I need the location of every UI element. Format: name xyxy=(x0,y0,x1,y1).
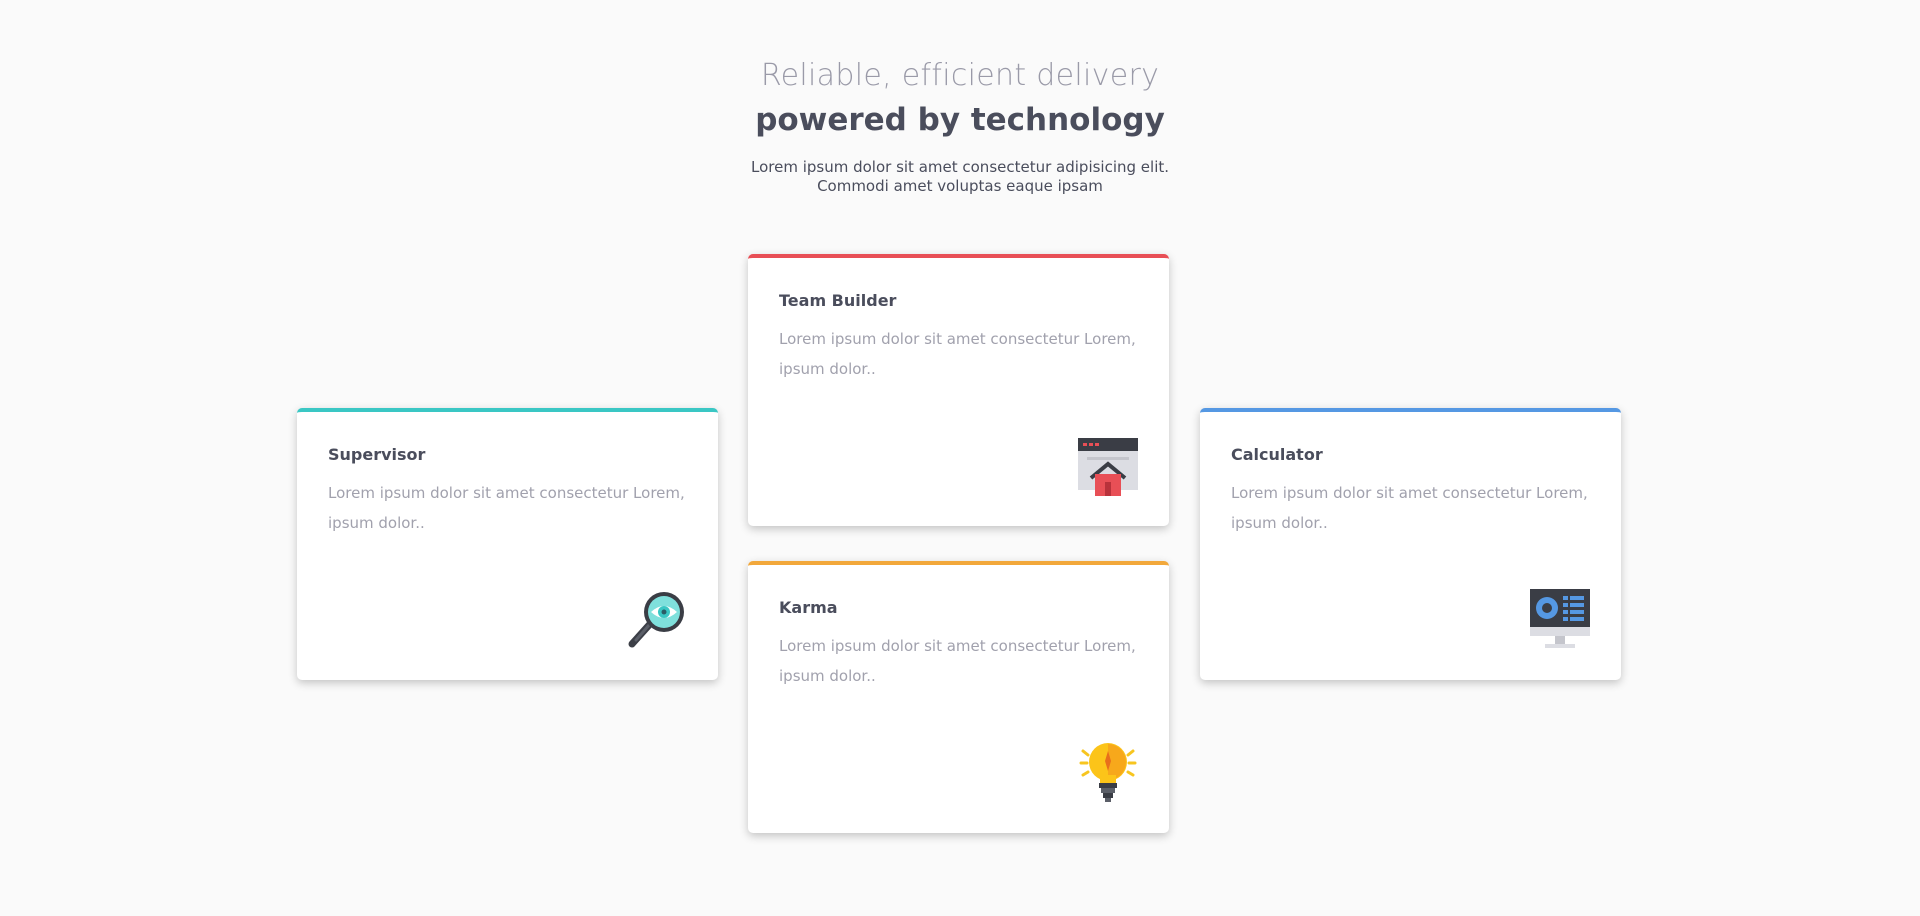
feature-card-karma: Karma Lorem ipsum dolor sit amet consect… xyxy=(748,561,1169,833)
feature-card-calculator: Calculator Lorem ipsum dolor sit amet co… xyxy=(1200,408,1621,680)
card-description: Lorem ipsum dolor sit amet consectetur L… xyxy=(328,484,685,532)
magnifier-eye-icon xyxy=(626,588,688,650)
hero-subtitle: Reliable, efficient delivery xyxy=(760,58,1160,93)
hero-title: powered by technology xyxy=(755,102,1165,138)
card-title: Karma xyxy=(779,598,838,617)
browser-home-icon xyxy=(1077,434,1139,496)
hero-description: Lorem ipsum dolor sit amet consectetur a… xyxy=(750,158,1170,195)
card-title: Supervisor xyxy=(328,445,426,464)
feature-card-team-builder: Team Builder Lorem ipsum dolor sit amet … xyxy=(748,254,1169,526)
monitor-dashboard-icon xyxy=(1529,588,1591,650)
feature-card-supervisor: Supervisor Lorem ipsum dolor sit amet co… xyxy=(297,408,718,680)
card-description: Lorem ipsum dolor sit amet consectetur L… xyxy=(1231,484,1588,532)
card-description: Lorem ipsum dolor sit amet consectetur L… xyxy=(779,330,1136,378)
card-title: Calculator xyxy=(1231,445,1323,464)
lightbulb-icon xyxy=(1077,741,1139,803)
card-title: Team Builder xyxy=(779,291,897,310)
card-description: Lorem ipsum dolor sit amet consectetur L… xyxy=(779,637,1136,685)
